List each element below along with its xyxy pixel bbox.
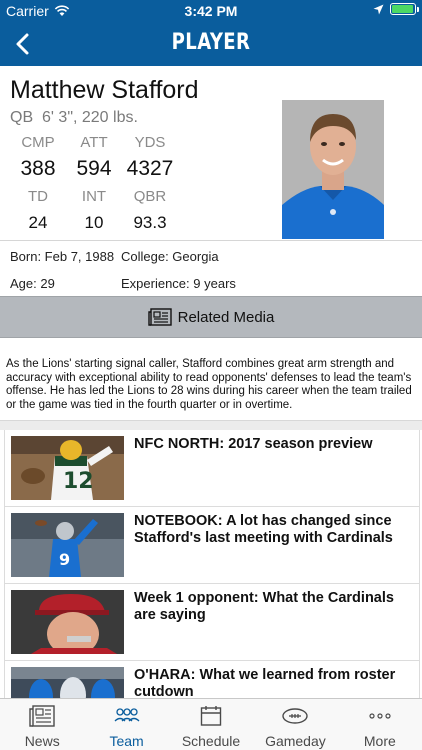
svg-text:12: 12 [63,469,94,494]
player-born: Born: Feb 7, 1988 [10,249,115,264]
player-meta: QB 6' 3", 220 lbs. [10,109,138,127]
stat-value-int: 10 [84,213,104,232]
stat-value-att: 594 [76,157,112,180]
news-item[interactable]: O'HARA: What we learned from roster cutd… [4,661,420,698]
stat-value-td: 24 [28,213,48,232]
player-photo [282,100,384,239]
battery-icon [390,3,419,15]
tab-news[interactable]: News [0,699,84,750]
football-player-image: 12 [11,436,124,500]
news-thumbnail: 12 [11,436,124,500]
news-list: 12 NFC NORTH: 2017 season preview 9 NOTE… [4,430,420,698]
stat-label-int: INT [81,188,107,205]
section-divider [0,420,422,430]
stats-row-values-1: 388 594 4327 [10,154,178,188]
svg-text:9: 9 [59,550,70,569]
coach-portrait-image [11,590,124,654]
tab-gameday-label: Gameday [265,733,326,749]
battery-level [392,5,413,13]
news-thumbnail [11,590,124,654]
news-headline: NOTEBOOK: A lot has changed since Staffo… [134,513,393,546]
stat-value-cmp: 388 [20,157,56,180]
player-experience: Experience: 9 years [121,276,236,291]
news-item[interactable]: 12 NFC NORTH: 2017 season preview [4,430,420,507]
tab-gameday[interactable]: Gameday [253,699,337,750]
stats-row-labels-1: CMP ATT YDS [10,134,178,154]
newspaper-icon [29,705,55,727]
stat-label-qbr: QBR [133,188,167,205]
player-name: Matthew Stafford [10,76,199,104]
stat-label-cmp: CMP [21,134,55,151]
player-physical: 6' 3", 220 lbs. [42,109,138,126]
back-chevron-icon[interactable] [10,30,38,58]
team-icon [114,708,140,722]
tab-team[interactable]: Team [84,699,168,750]
tab-schedule-label: Schedule [181,733,241,749]
quarterback-throwing-image: 9 [11,513,124,577]
related-media-button[interactable]: Related Media [0,296,422,338]
player-header: Matthew Stafford QB 6' 3", 220 lbs. CMP … [0,66,422,241]
stat-label-td: TD [28,188,48,205]
stats-row-values-2: 24 10 93.3 [10,208,178,242]
tab-schedule[interactable]: Schedule [169,699,253,750]
player-position: QB [10,109,34,126]
news-headline: NFC NORTH: 2017 season preview [134,436,373,452]
team-huddle-image [11,667,124,698]
stat-value-qbr: 93.3 [133,213,167,232]
stat-label-yds: YDS [134,134,166,151]
news-item[interactable]: 9 NOTEBOOK: A lot has changed since Staf… [4,507,420,584]
status-bar: Carrier 3:42 PM [0,0,422,22]
location-icon [373,4,384,14]
top-bar: Carrier 3:42 PM PLAYER [0,0,422,66]
news-headline: O'HARA: What we learned from roster cutd… [134,667,396,698]
tab-more[interactable]: More [338,699,422,750]
tab-bar: News Team Schedule Gameday More [0,698,422,750]
related-media-label: Related Media [177,308,275,326]
news-headline: Week 1 opponent: What the Cardinals are … [134,590,394,623]
player-college: College: Georgia [121,249,219,264]
status-right [373,3,419,15]
status-time: 3:42 PM [184,3,238,19]
tab-news-label: News [24,733,60,749]
nav-bar: PLAYER [0,22,422,66]
calendar-icon [200,706,222,726]
player-headshot-image [282,100,384,239]
stat-label-att: ATT [80,134,108,151]
player-stats: CMP ATT YDS 388 594 4327 TD INT QBR 24 1… [10,134,178,242]
tab-more-label: More [363,733,396,749]
stat-value-yds: 4327 [126,157,174,180]
newspaper-icon [147,308,172,326]
news-thumbnail [11,667,124,698]
football-icon [282,708,309,724]
player-description: As the Lions' starting signal caller, St… [6,358,412,411]
news-item[interactable]: Week 1 opponent: What the Cardinals are … [4,584,420,661]
more-icon [369,713,391,719]
player-bio: Born: Feb 7, 1988 College: Georgia Age: … [0,241,422,296]
stats-row-labels-2: TD INT QBR [10,188,178,208]
tab-team-label: Team [109,733,144,749]
news-thumbnail: 9 [11,513,124,577]
player-age: Age: 29 [10,276,55,291]
page-title: PLAYER [171,30,251,55]
